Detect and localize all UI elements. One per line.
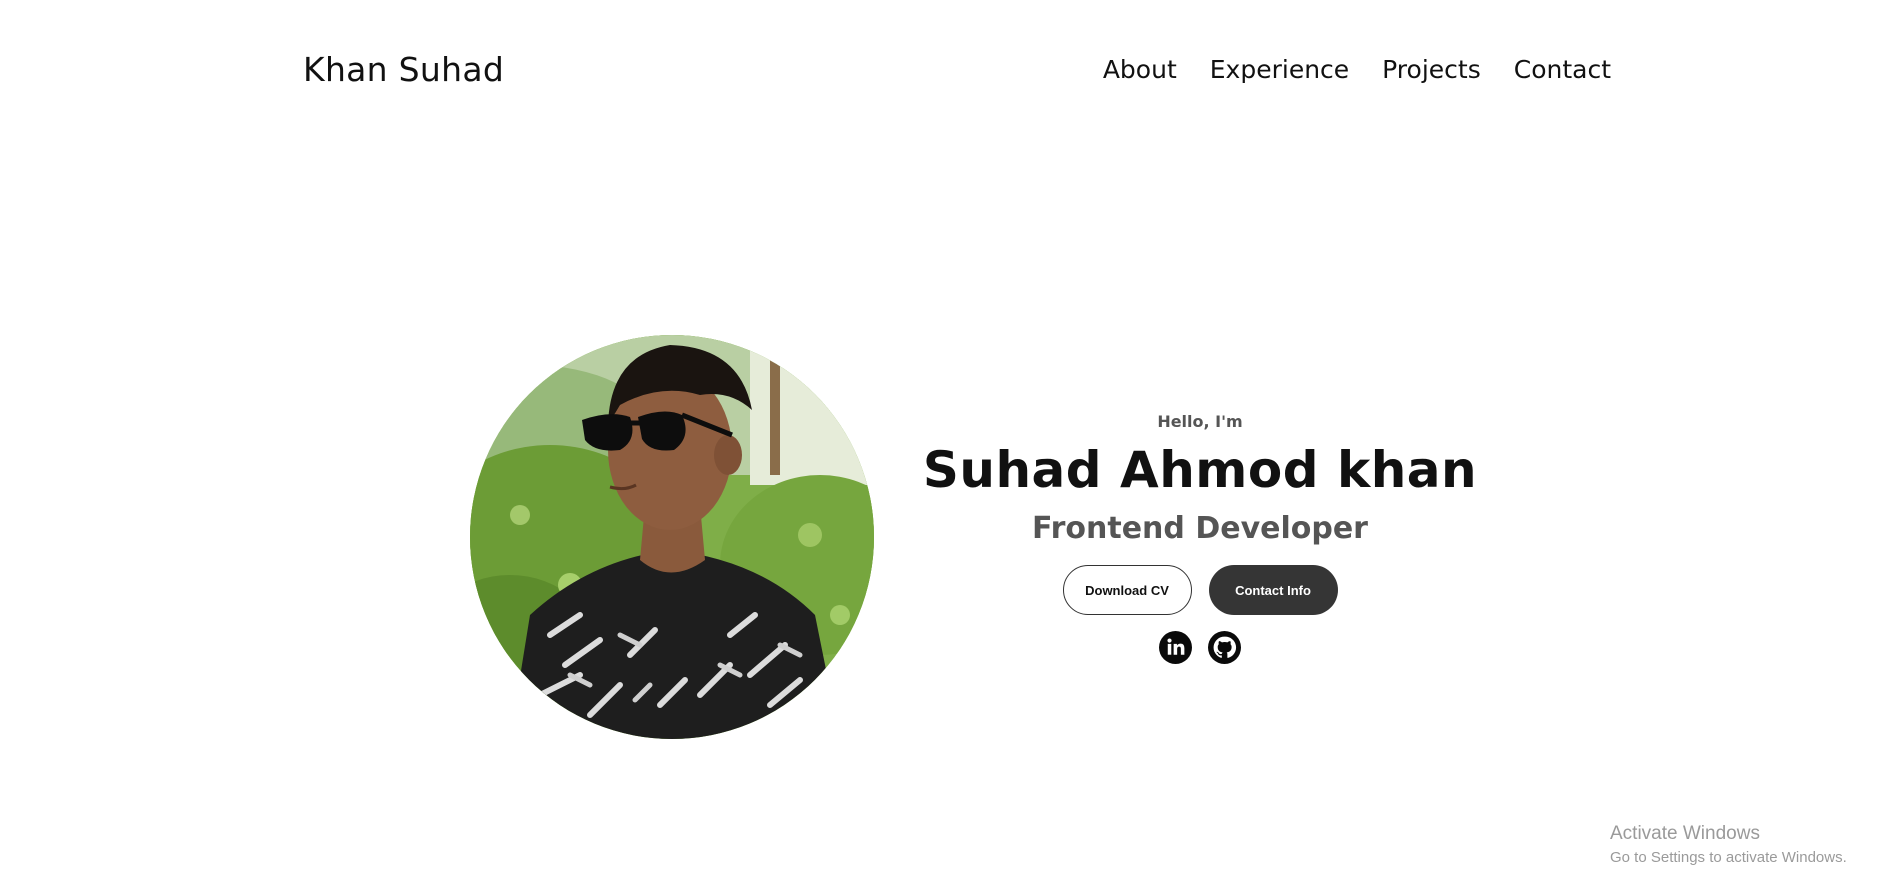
- hero-text: Hello, I'm Suhad Ahmod khan Frontend Dev…: [900, 405, 1500, 664]
- nav-link-about[interactable]: About: [1103, 55, 1177, 84]
- nav-links: About Experience Projects Contact: [1103, 55, 1611, 84]
- page: Khan Suhad About Experience Projects Con…: [0, 0, 1898, 894]
- social-links: [900, 631, 1500, 664]
- top-nav: Khan Suhad About Experience Projects Con…: [0, 0, 1898, 146]
- profile-photo-illustration: [470, 335, 874, 739]
- watermark-title: Activate Windows: [1610, 823, 1760, 844]
- hero-name: Suhad Ahmod khan: [922, 441, 1478, 499]
- greeting-text: Hello, I'm: [1157, 412, 1243, 431]
- site-logo[interactable]: Khan Suhad: [303, 50, 504, 89]
- hero-buttons: Download CV Contact Info: [900, 565, 1500, 615]
- profile-picture: [470, 335, 874, 739]
- contact-info-button[interactable]: Contact Info: [1208, 565, 1338, 615]
- watermark-subtitle: Go to Settings to activate Windows.: [1610, 849, 1847, 866]
- nav-link-experience[interactable]: Experience: [1210, 55, 1349, 84]
- windows-activation-watermark: Activate Windows Go to Settings to activ…: [1610, 822, 1847, 868]
- linkedin-icon[interactable]: [1159, 631, 1192, 664]
- nav-link-contact[interactable]: Contact: [1514, 55, 1611, 84]
- download-cv-button[interactable]: Download CV: [1062, 565, 1192, 615]
- nav-link-projects[interactable]: Projects: [1382, 55, 1481, 84]
- github-icon[interactable]: [1208, 631, 1241, 664]
- hero-role: Frontend Developer: [1032, 511, 1368, 546]
